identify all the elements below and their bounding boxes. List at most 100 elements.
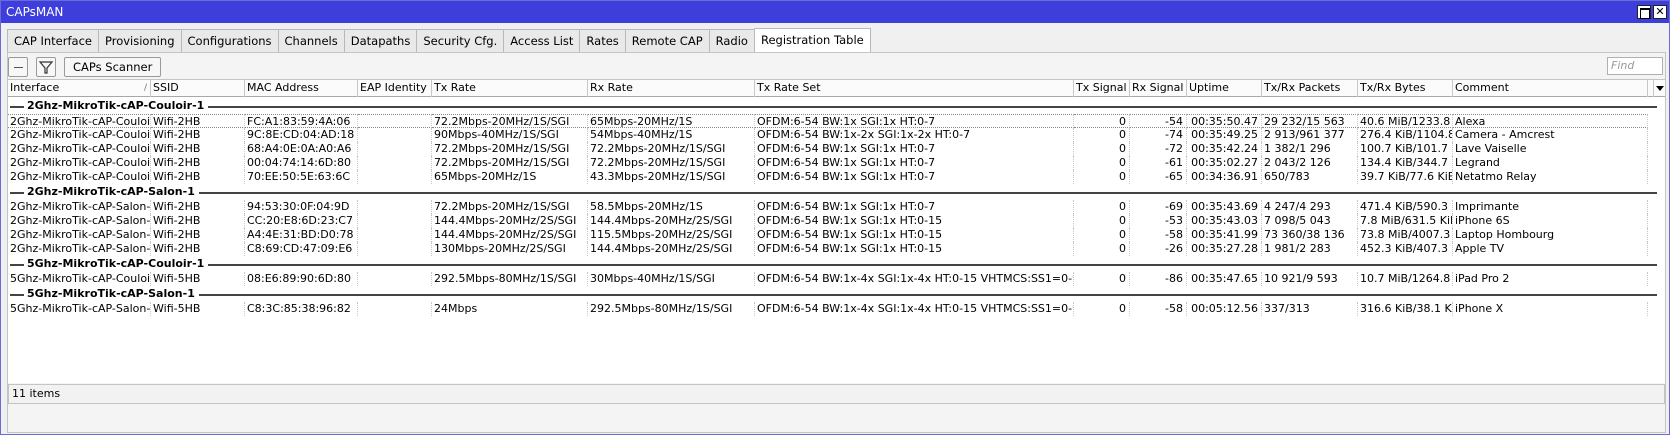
cell-comment: Netatmo Relay [1453,170,1648,184]
cell-rx-signal: -58 [1130,228,1187,242]
cell-tx-rate-set: OFDM:6-54 BW:1x SGI:1x HT:0-15 [755,214,1074,228]
cell-tx-signal: 0 [1074,272,1130,286]
cell-rx-rate: 58.5Mbps-20MHz/1S [588,200,755,214]
cell-tx-rate-set: OFDM:6-54 BW:1x SGI:1x HT:0-7 [755,200,1074,214]
cell-tx-rate: 144.4Mbps-20MHz/2S/SGI [432,228,588,242]
caps-scanner-button[interactable]: CAPs Scanner [64,57,162,77]
window-title: CAPsMAN [6,5,64,19]
tab-datapaths[interactable]: Datapaths [343,29,418,52]
cell-uptime: 00:35:27.28 [1187,242,1262,256]
group-header[interactable]: 2Ghz-MikroTik-cAP-Couloir-1 [8,98,1665,114]
table-row[interactable]: 2Ghz-MikroTik-cAP-Couloir-1 Wifi-2HB 68:A4… [8,142,1665,156]
column-header-label: Tx Rate Set [757,81,821,94]
table-row[interactable]: 2Ghz-MikroTik-cAP-Salon-1 Wifi-2HB CC:20:E… [8,214,1665,228]
tab-configurations[interactable]: Configurations [180,29,279,52]
cell-tx-rate: 72.2Mbps-20MHz/1S/SGI [432,200,588,214]
table-row[interactable]: 5Ghz-MikroTik-cAP-Couloir-1 Wifi-5HB 08:E6… [8,272,1665,286]
cell-tx-signal: 0 [1074,156,1130,170]
column-header-label: Interface [10,81,60,94]
tab-radio[interactable]: Radio [708,29,755,52]
tab-security-cfg[interactable]: Security Cfg. [416,29,505,52]
column-header-label: Tx Rate [434,81,476,94]
cell-uptime: 00:34:36.91 [1187,170,1262,184]
filter-button[interactable] [36,57,56,77]
table-body: 2Ghz-MikroTik-cAP-Couloir-1 2Ghz-MikroTik… [8,98,1665,316]
tab-remote-cap[interactable]: Remote CAP [624,29,710,52]
cell-eap-identity [358,200,432,214]
tab-provisioning[interactable]: Provisioning [97,29,182,52]
cell-eap-identity [358,242,432,256]
cell-rx-rate: 54Mbps-40MHz/1S [588,128,755,142]
group-header[interactable]: 2Ghz-MikroTik-cAP-Salon-1 [8,184,1665,200]
table-row[interactable]: 2Ghz-MikroTik-cAP-Salon-1 Wifi-2HB 94:53:3… [8,200,1665,214]
column-header-label: SSID [153,81,179,94]
column-header-comment[interactable]: Comment [1453,80,1648,97]
group-header[interactable]: 5Ghz-MikroTik-cAP-Couloir-1 [8,256,1665,272]
column-header-tx-rx-packets[interactable]: Tx/Rx Packets [1262,80,1358,97]
table-row[interactable]: 2Ghz-MikroTik-cAP-Salon-1 Wifi-2HB A4:4E:3… [8,228,1665,242]
cell-eap-identity [358,156,432,170]
group-divider [10,106,24,108]
cell-eap-identity [358,170,432,184]
title-bar[interactable]: CAPsMAN ✕ [1,1,1669,23]
filter-icon [38,61,54,74]
remove-button[interactable] [8,57,28,77]
cell-ssid: Wifi-5HB [151,272,245,286]
tab-access-list[interactable]: Access List [503,29,581,52]
cell-ssid: Wifi-2HB [151,214,245,228]
table-row[interactable]: 2Ghz-MikroTik-cAP-Couloir-1 Wifi-2HB 9C:8E… [8,128,1665,142]
tab-registration-table[interactable]: Registration Table [753,28,871,52]
column-header-eap-identity[interactable]: EAP Identity [358,80,432,97]
table-row[interactable]: 5Ghz-MikroTik-cAP-Salon-1 Wifi-5HB C8:3C:8… [8,302,1665,316]
cell-ssid: Wifi-2HB [151,114,245,128]
cell-eap-identity [358,142,432,156]
cell-rx-rate: 115.5Mbps-20MHz/2S/SGI [588,228,755,242]
cell-tx-rx-packets: 29 232/15 563 [1262,114,1358,128]
restore-icon[interactable] [1637,5,1651,19]
cell-tx-signal: 0 [1074,214,1130,228]
tab-rates[interactable]: Rates [579,29,626,52]
tab-channels[interactable]: Channels [277,29,345,52]
group-divider [199,294,1657,296]
cell-tx-rate-set: OFDM:6-54 BW:1x-2x SGI:1x-2x HT:0-7 [755,128,1074,142]
column-header-label: Rx Rate [590,81,633,94]
cell-ssid: Wifi-2HB [151,128,245,142]
cell-tx-signal: 0 [1074,200,1130,214]
cell-rx-rate: 30Mbps-40MHz/1S/SGI [588,272,755,286]
cell-mac-address: 00:04:74:14:6D:80 [245,156,358,170]
cell-tx-rate-set: OFDM:6-54 BW:1x SGI:1x HT:0-7 [755,170,1074,184]
cell-interface: 2Ghz-MikroTik-cAP-Salon-1 [10,242,151,256]
column-header-ssid[interactable]: SSID [151,80,245,97]
table-row[interactable]: 2Ghz-MikroTik-cAP-Couloir-1 Wifi-2HB FC:A1… [8,114,1665,128]
table-row[interactable]: 2Ghz-MikroTik-cAP-Couloir-1 Wifi-2HB 70:EE… [8,170,1665,184]
column-header-tx-rx-bytes[interactable]: Tx/Rx Bytes [1358,80,1453,97]
cell-tx-rate-set: OFDM:6-54 BW:1x SGI:1x HT:0-7 [755,156,1074,170]
column-header-interface[interactable]: Interface / [8,80,151,97]
column-header-mac-address[interactable]: MAC Address [245,80,358,97]
cell-tx-rate-set: OFDM:6-54 BW:1x-4x SGI:1x-4x HT:0-15 VHT… [757,272,1074,286]
column-header-rx-rate[interactable]: Rx Rate [588,80,755,97]
column-header-rx-signal[interactable]: Rx Signal [1130,80,1187,97]
tab-bar: CAP Interface Provisioning Configurations C… [7,28,871,52]
group-divider [10,192,24,194]
cell-tx-rate: 72.2Mbps-20MHz/1S/SGI [432,156,588,170]
cell-ssid: Wifi-2HB [151,242,245,256]
group-divider [10,294,24,296]
column-menu-icon[interactable] [1653,80,1665,97]
cell-uptime: 00:05:12.56 [1187,302,1262,316]
column-header-tx-signal[interactable]: Tx Signal [1074,80,1130,97]
close-icon[interactable]: ✕ [1653,5,1667,19]
cell-tx-rate: 24Mbps [432,302,588,316]
find-input[interactable]: Find [1607,57,1663,75]
column-header-tx-rate-set[interactable]: Tx Rate Set [755,80,1074,97]
table-row[interactable]: 2Ghz-MikroTik-cAP-Couloir-1 Wifi-2HB 00:04… [8,156,1665,170]
cell-rx-signal: -69 [1130,200,1187,214]
cell-eap-identity [358,114,432,128]
tab-cap-interface[interactable]: CAP Interface [7,29,99,52]
column-header-uptime[interactable]: Uptime [1187,80,1262,97]
cell-rx-signal: -74 [1130,128,1187,142]
table-row[interactable]: 2Ghz-MikroTik-cAP-Salon-1 Wifi-2HB C8:69:C… [8,242,1665,256]
column-header-tx-rate[interactable]: Tx Rate [432,80,588,97]
group-header[interactable]: 5Ghz-MikroTik-cAP-Salon-1 [8,286,1665,302]
cell-eap-identity [358,128,432,142]
